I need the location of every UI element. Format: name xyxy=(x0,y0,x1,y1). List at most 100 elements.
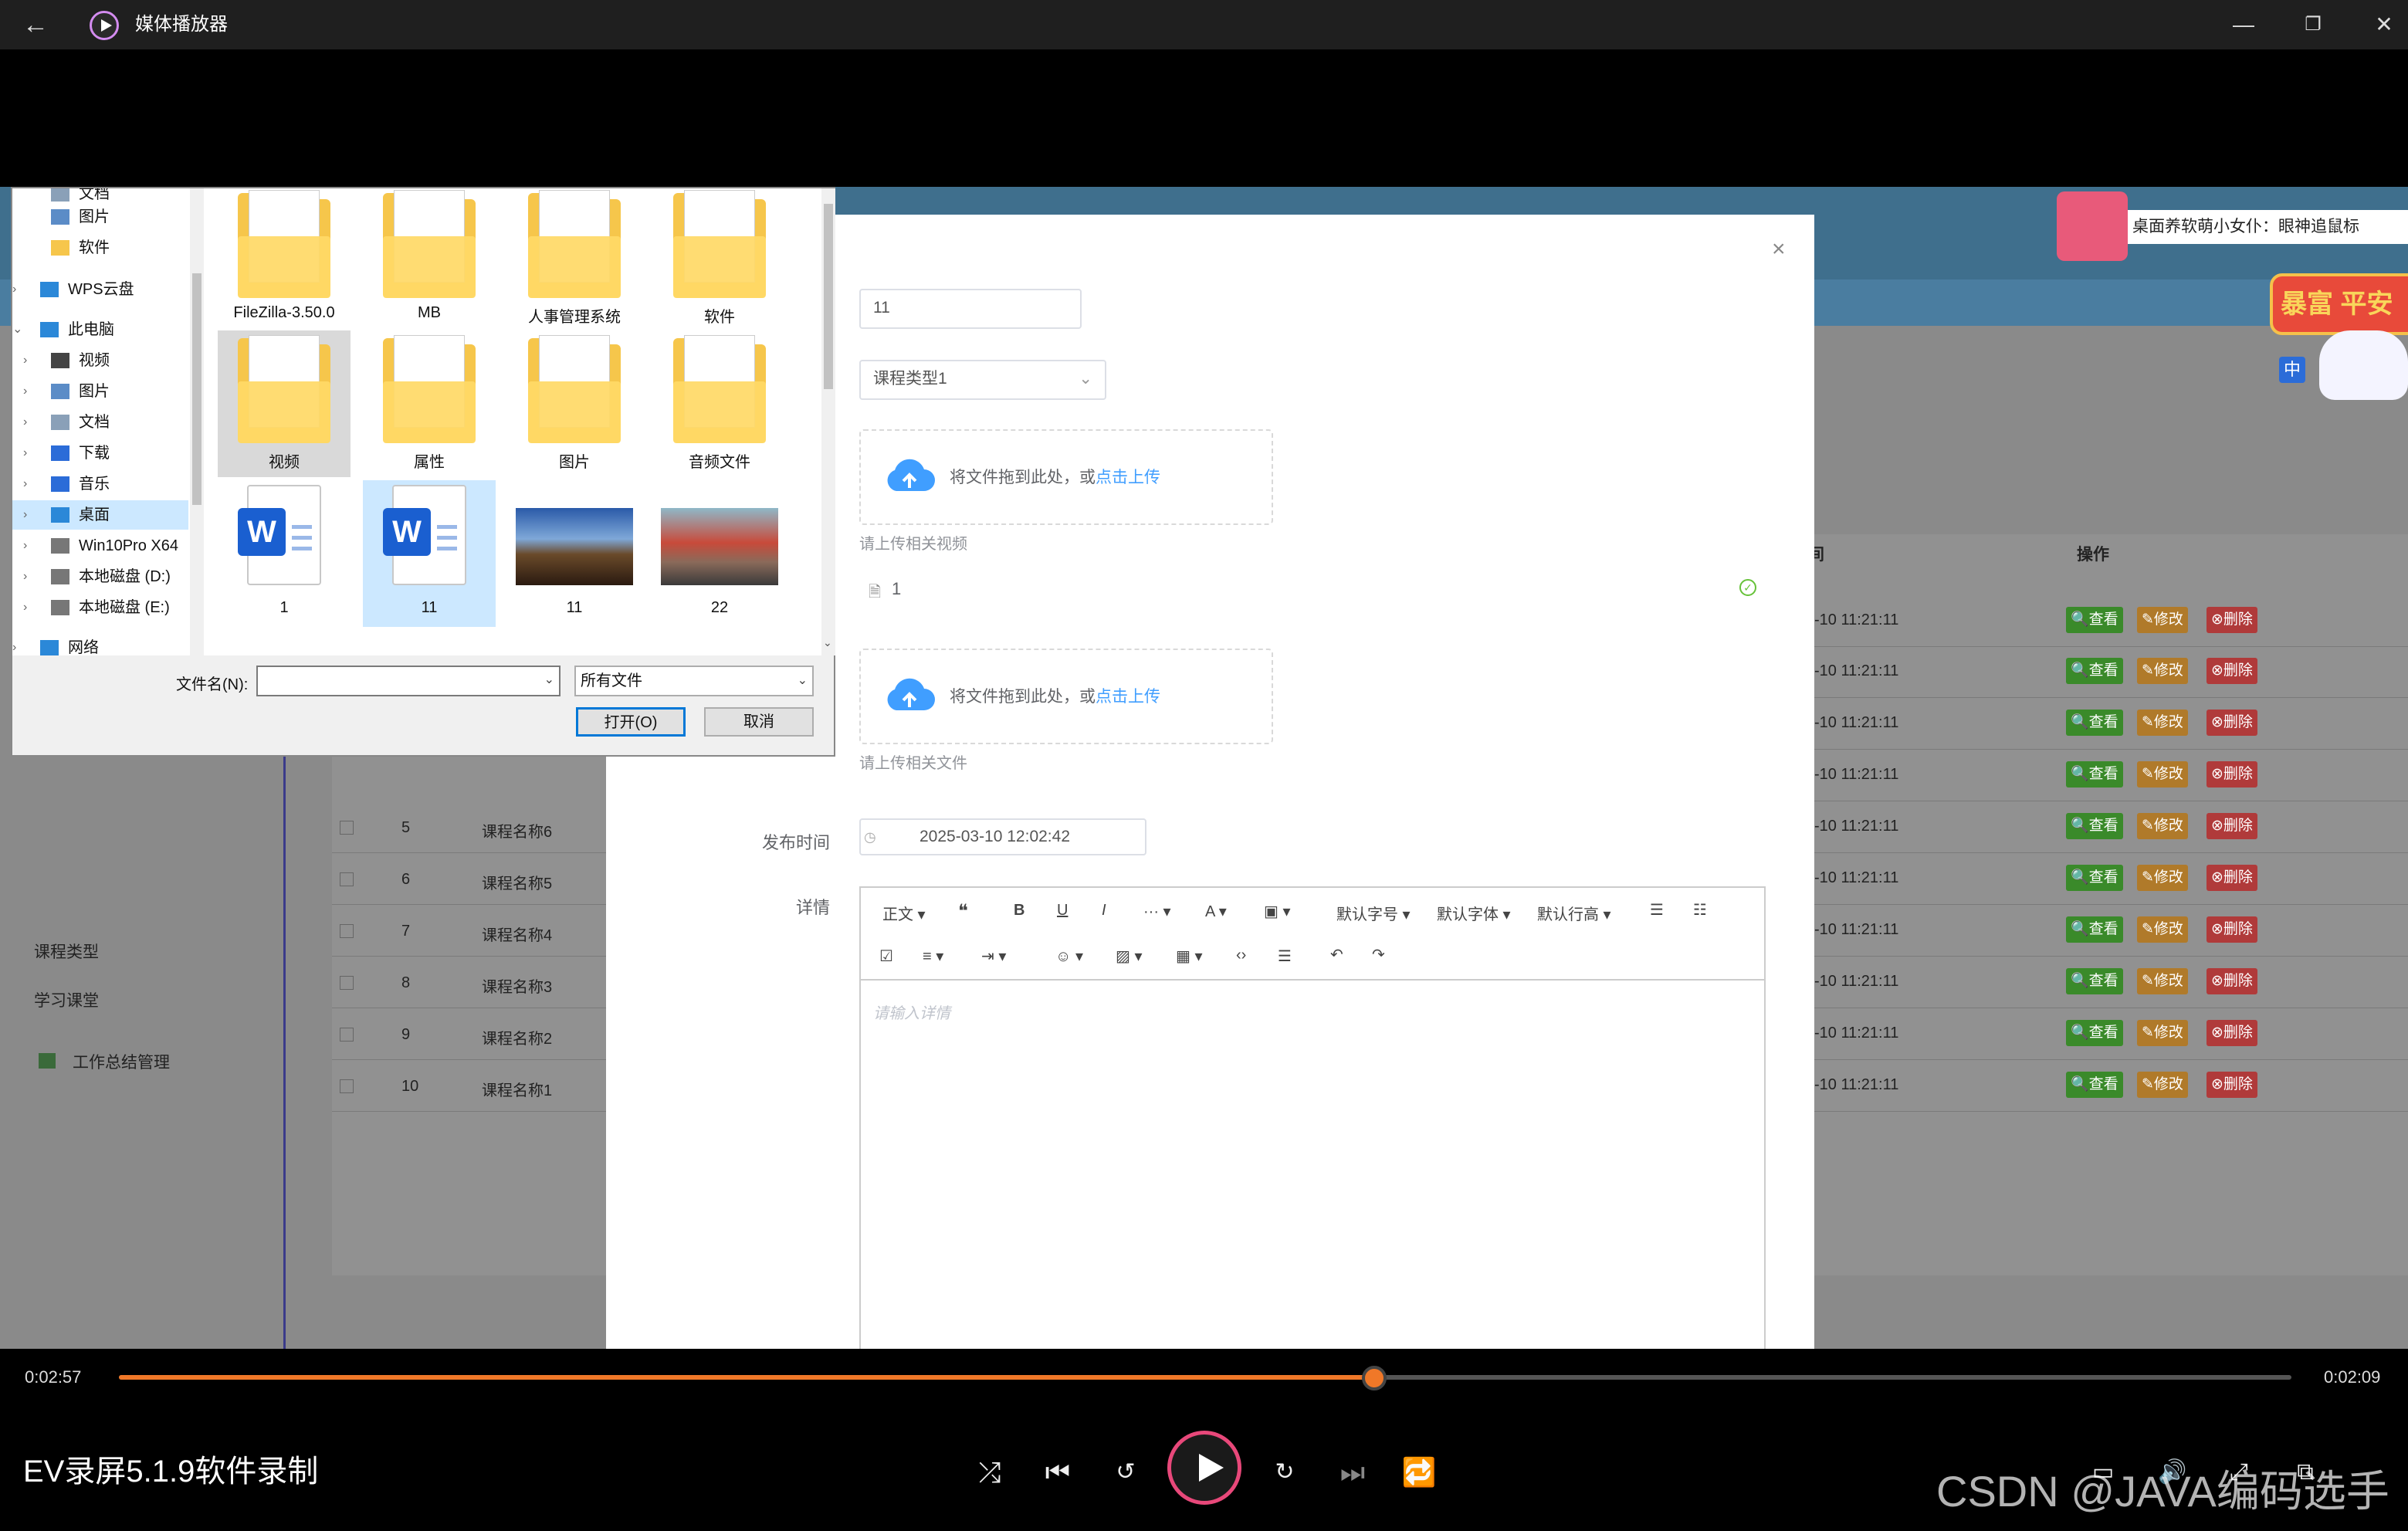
publish-time-input[interactable]: ◷ 2025-03-10 12:02:42 xyxy=(859,818,1146,855)
video-upload-area[interactable]: 将文件拖到此处，或点击上传 xyxy=(859,429,1273,525)
table-row[interactable]: 9 课程名称2 xyxy=(332,1009,606,1060)
course-name-input[interactable]: 11 xyxy=(859,289,1082,329)
view-button[interactable]: 🔍查看 xyxy=(2066,916,2123,943)
code-icon[interactable]: ‹› xyxy=(1236,947,1246,964)
uploaded-file-item[interactable]: 🗎 1 ✓ xyxy=(869,576,1756,607)
restore-icon[interactable]: ❐ xyxy=(2296,8,2330,42)
upload-link[interactable]: 点击上传 xyxy=(1096,688,1160,706)
edit-button[interactable]: ✎修改 xyxy=(2137,607,2188,633)
cancel-button[interactable]: 取消 xyxy=(704,707,814,737)
rich-text-editor[interactable]: 正文 ▾ ❝ B U I ··· ▾ A ▾ ▣ ▾ 默认字号 ▾ 默认字体 ▾… xyxy=(859,886,1766,1349)
delete-button[interactable]: ⊗删除 xyxy=(2206,1020,2257,1046)
redo-icon[interactable]: ↷ xyxy=(1372,945,1385,964)
image-file-item[interactable]: 22 xyxy=(653,480,786,627)
seek-handle[interactable] xyxy=(1362,1366,1387,1390)
align-icon[interactable]: ≡ ▾ xyxy=(923,947,943,966)
view-button[interactable]: 🔍查看 xyxy=(2066,607,2123,633)
folder-item[interactable]: 软件 xyxy=(653,188,786,332)
nav-item[interactable]: 软件 xyxy=(12,233,188,263)
todo-icon[interactable]: ☑ xyxy=(879,947,893,966)
edit-button[interactable]: ✎修改 xyxy=(2137,968,2188,994)
file-scrollbar[interactable]: ⌄ xyxy=(821,188,835,655)
nav-item[interactable]: 图片 xyxy=(12,202,188,232)
table-icon[interactable]: ▦ ▾ xyxy=(1176,947,1203,966)
image-file-item[interactable]: 11 xyxy=(508,480,641,627)
chevron-down-icon[interactable]: ⌄ xyxy=(544,672,554,687)
next-icon[interactable]: ⏭ xyxy=(1329,1449,1376,1495)
modal-close-icon[interactable]: × xyxy=(1772,236,1786,263)
folder-item[interactable]: 音频文件 xyxy=(653,330,786,477)
nav-item[interactable]: › 本地磁盘 (E:) xyxy=(12,593,188,622)
chevron-right-icon[interactable]: › xyxy=(23,531,27,561)
font-family-dropdown[interactable]: 默认字体 ▾ xyxy=(1437,902,1511,924)
divider-icon[interactable]: ☰ xyxy=(1278,947,1292,966)
line-height-dropdown[interactable]: 默认行高 ▾ xyxy=(1537,902,1611,924)
shuffle-icon[interactable]: ⤮ xyxy=(967,1449,1013,1495)
delete-button[interactable]: ⊗删除 xyxy=(2206,916,2257,943)
row-checkbox[interactable] xyxy=(340,872,354,886)
chevron-right-icon[interactable]: › xyxy=(12,633,16,655)
previous-icon[interactable]: ⏮ xyxy=(1035,1449,1081,1495)
row-checkbox[interactable] xyxy=(340,821,354,835)
view-button[interactable]: 🔍查看 xyxy=(2066,710,2123,736)
row-checkbox[interactable] xyxy=(340,976,354,990)
delete-button[interactable]: ⊗删除 xyxy=(2206,658,2257,684)
edit-button[interactable]: ✎修改 xyxy=(2137,865,2188,891)
table-row[interactable]: 8 课程名称3 xyxy=(332,957,606,1008)
delete-button[interactable]: ⊗删除 xyxy=(2206,813,2257,839)
back-arrow-icon[interactable]: ← xyxy=(19,9,52,40)
view-button[interactable]: 🔍查看 xyxy=(2066,658,2123,684)
delete-button[interactable]: ⊗删除 xyxy=(2206,865,2257,891)
folder-item[interactable]: 图片 xyxy=(508,330,641,477)
close-icon[interactable]: ✕ xyxy=(2367,8,2401,42)
nav-item[interactable]: › 本地磁盘 (D:) xyxy=(12,562,188,591)
indent-icon[interactable]: ⇥ ▾ xyxy=(981,947,1006,966)
row-checkbox[interactable] xyxy=(340,1028,354,1042)
edit-button[interactable]: ✎修改 xyxy=(2137,1020,2188,1046)
table-row[interactable]: 7 课程名称4 xyxy=(332,906,606,957)
filename-input[interactable]: ⌄ xyxy=(256,666,561,696)
chevron-right-icon[interactable]: › xyxy=(23,439,27,468)
bold-icon[interactable]: B xyxy=(1014,902,1025,920)
edit-button[interactable]: ✎修改 xyxy=(2137,1072,2188,1098)
open-button[interactable]: 打开(O) xyxy=(576,707,686,737)
delete-button[interactable]: ⊗删除 xyxy=(2206,968,2257,994)
numbered-list-icon[interactable]: ☷ xyxy=(1693,900,1707,920)
quote-icon[interactable]: ❝ xyxy=(958,900,968,923)
edit-button[interactable]: ✎修改 xyxy=(2137,813,2188,839)
word-file-item[interactable]: W 11 xyxy=(363,480,496,627)
rewind-10-icon[interactable]: ↺ xyxy=(1102,1449,1149,1495)
edit-button[interactable]: ✎修改 xyxy=(2137,916,2188,943)
row-checkbox[interactable] xyxy=(340,924,354,938)
nav-item[interactable]: ⌄ 此电脑 xyxy=(12,315,188,344)
nav-item[interactable]: › Win10Pro X64 xyxy=(12,531,188,561)
row-checkbox[interactable] xyxy=(340,1079,354,1093)
heading-dropdown[interactable]: 正文 ▾ xyxy=(882,902,926,924)
sidebar-item-course-type[interactable]: 课程类型 xyxy=(34,940,99,963)
chevron-down-icon[interactable]: ⌄ xyxy=(12,315,22,344)
folder-item[interactable]: FileZilla-3.50.0 xyxy=(218,188,351,332)
chevron-right-icon[interactable]: › xyxy=(23,562,27,591)
course-type-select[interactable]: 课程类型1 ⌄ xyxy=(859,360,1106,400)
table-row[interactable]: 10 课程名称1 xyxy=(332,1061,606,1112)
emoji-icon[interactable]: ☺ ▾ xyxy=(1055,947,1083,966)
view-button[interactable]: 🔍查看 xyxy=(2066,813,2123,839)
chevron-right-icon[interactable]: › xyxy=(23,469,27,499)
undo-icon[interactable]: ↶ xyxy=(1330,945,1343,964)
more-icon[interactable]: ··· ▾ xyxy=(1143,902,1171,921)
nav-item[interactable]: › 下载 xyxy=(12,439,188,468)
minimize-icon[interactable]: — xyxy=(2227,8,2261,42)
nav-item[interactable]: › 网络 xyxy=(12,633,188,655)
edit-button[interactable]: ✎修改 xyxy=(2137,761,2188,788)
nav-item[interactable]: › 桌面 xyxy=(12,500,188,530)
table-row[interactable]: 5 课程名称6 xyxy=(332,802,606,853)
chevron-right-icon[interactable]: › xyxy=(23,593,27,622)
forward-30-icon[interactable]: ↻ xyxy=(1262,1449,1308,1495)
image-icon[interactable]: ▨ ▾ xyxy=(1116,947,1143,966)
delete-button[interactable]: ⊗删除 xyxy=(2206,607,2257,633)
upload-link[interactable]: 点击上传 xyxy=(1096,469,1160,486)
nav-item[interactable]: › 视频 xyxy=(12,346,188,375)
nav-item[interactable]: › 音乐 xyxy=(12,469,188,499)
ime-indicator[interactable]: 中 xyxy=(2279,357,2305,383)
filetype-select[interactable]: 所有文件 ⌄ xyxy=(574,666,814,696)
